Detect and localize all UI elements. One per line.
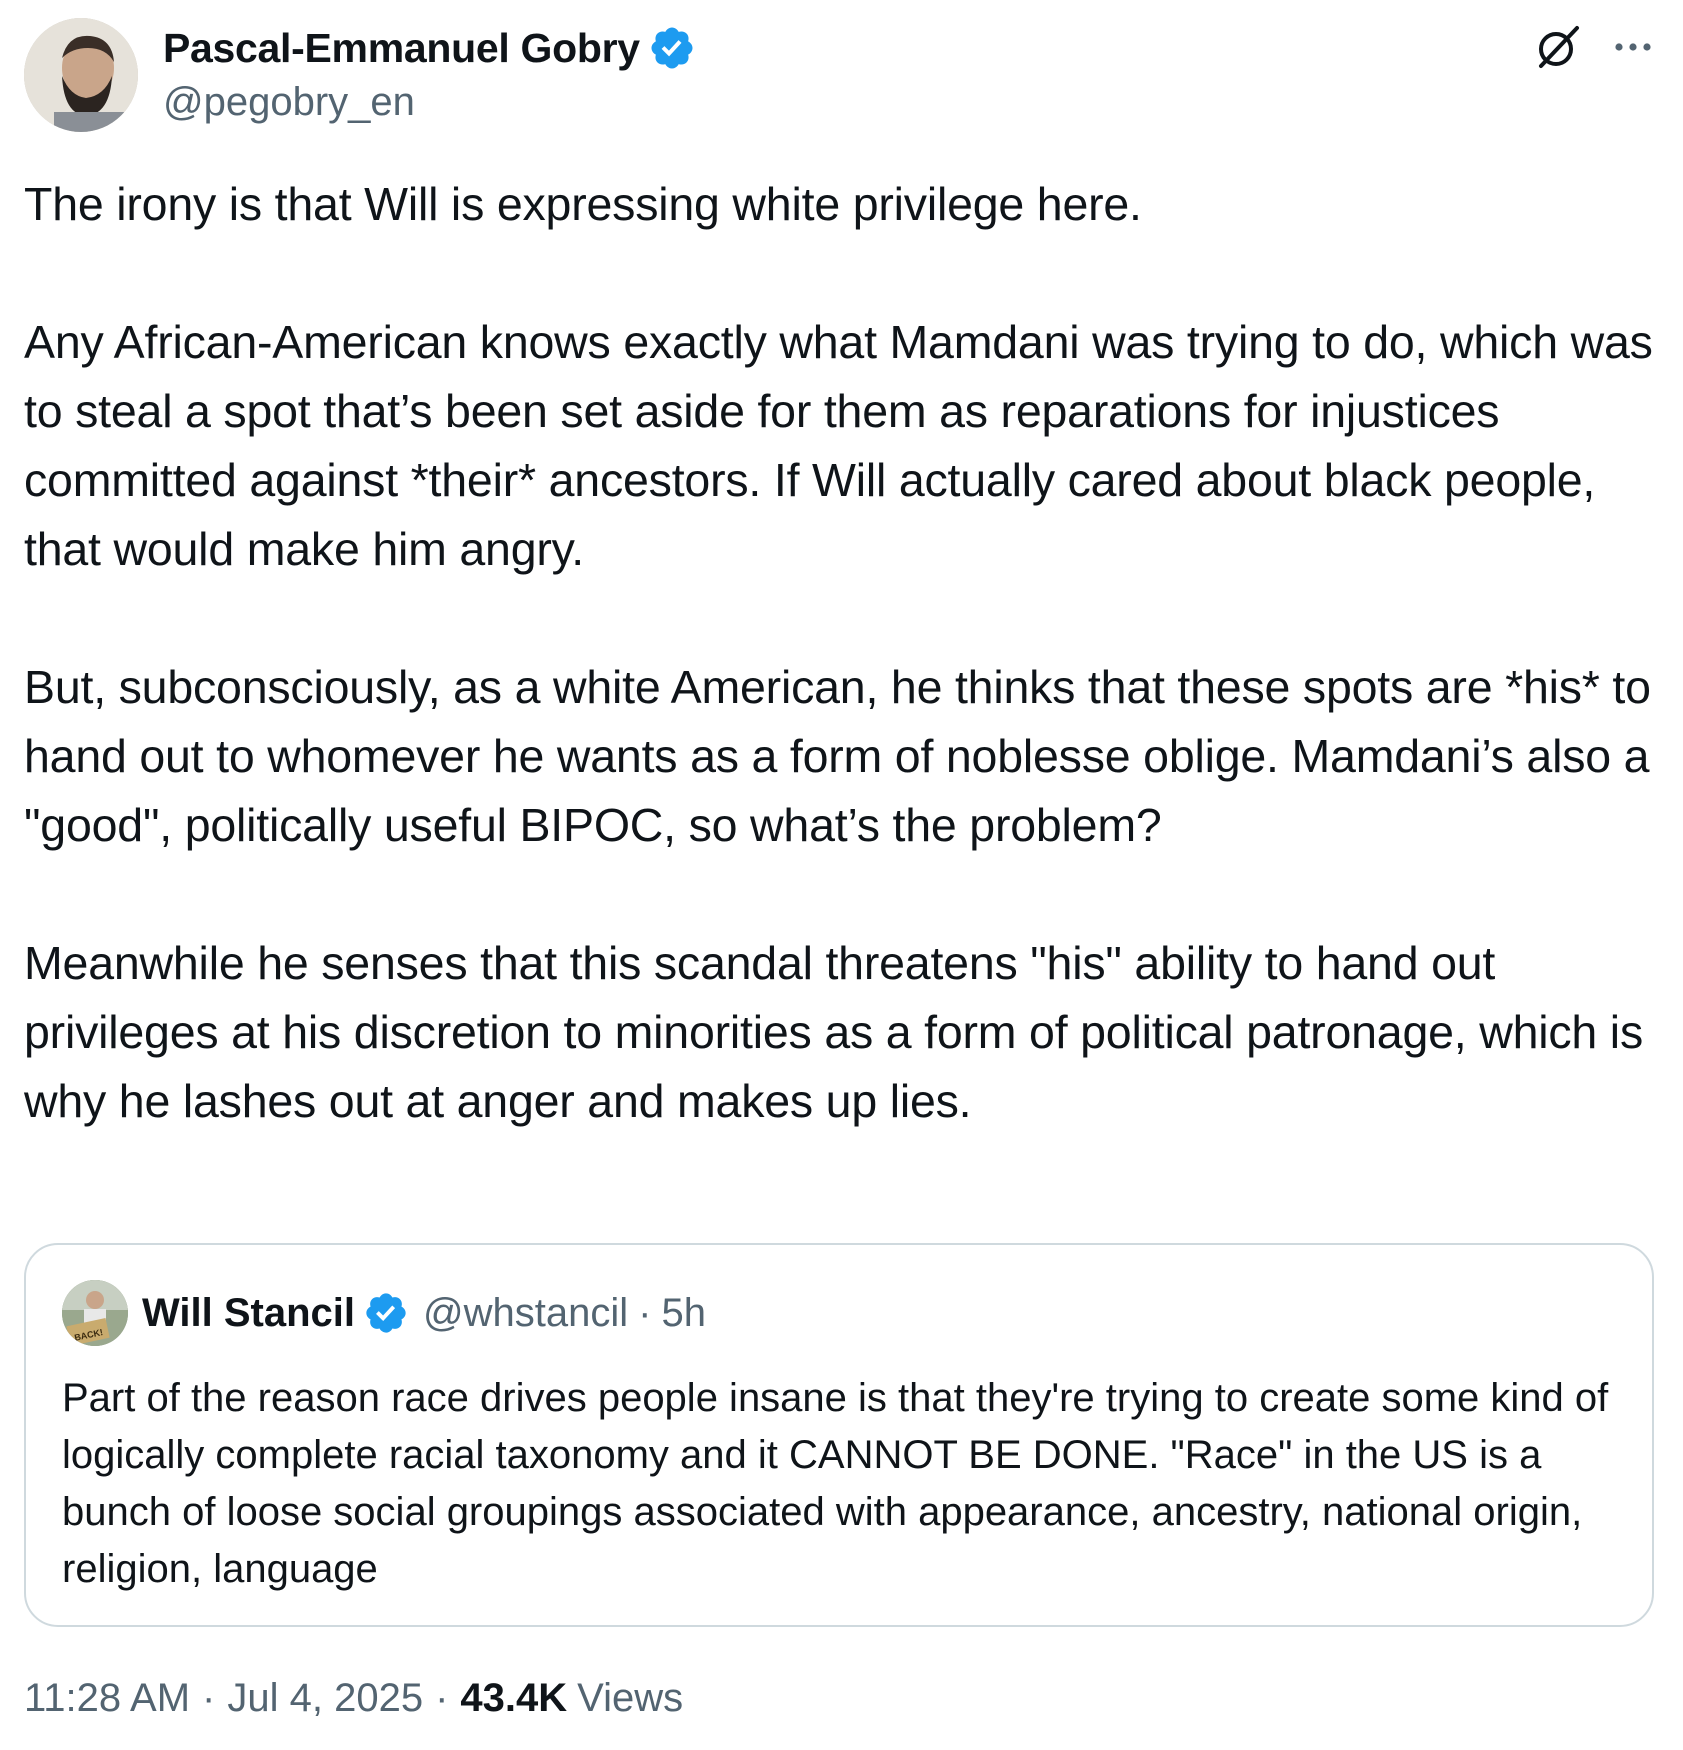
author-avatar[interactable] [24,18,138,132]
quoted-author-handle[interactable]: @whstancil [423,1291,628,1336]
tweet-date[interactable]: Jul 4, 2025 [227,1676,423,1721]
quoted-tweet-time[interactable]: 5h [661,1291,706,1336]
verified-badge-icon [651,27,693,69]
tweet-meta: 11:28 AM · Jul 4, 2025 · 43.4K Views [24,1676,683,1721]
quoted-tweet-header: BACK! Will Stancil @whstancil · 5h [62,1280,706,1346]
separator-dot: · [435,1676,449,1720]
quoted-author-display-name[interactable]: Will Stancil [142,1291,355,1336]
separator-dot: · [638,1290,652,1335]
views-label: Views [577,1676,684,1720]
quoted-tweet-text: Part of the reason race drives people in… [62,1376,1609,1591]
separator-dot: · [202,1676,216,1720]
quoted-tweet[interactable]: BACK! Will Stancil @whstancil · 5h Part … [24,1243,1654,1627]
tweet-text: The irony is that Will is expressing whi… [24,178,1653,1127]
quoted-author-avatar[interactable]: BACK! [62,1280,128,1346]
verified-badge-icon [366,1293,406,1333]
author-handle[interactable]: @pegobry_en [163,80,415,125]
author-name-row[interactable]: Pascal-Emmanuel Gobry [163,22,696,74]
more-icon[interactable] [1611,25,1655,69]
header-actions [1533,22,1655,72]
tweet-time[interactable]: 11:28 AM [24,1676,190,1721]
author-display-name[interactable]: Pascal-Emmanuel Gobry [163,25,640,72]
views-count[interactable]: 43.4K [460,1676,567,1721]
grok-icon[interactable] [1533,22,1583,72]
tweet: Pascal-Emmanuel Gobry @pegobry_en The ir… [0,0,1683,1750]
